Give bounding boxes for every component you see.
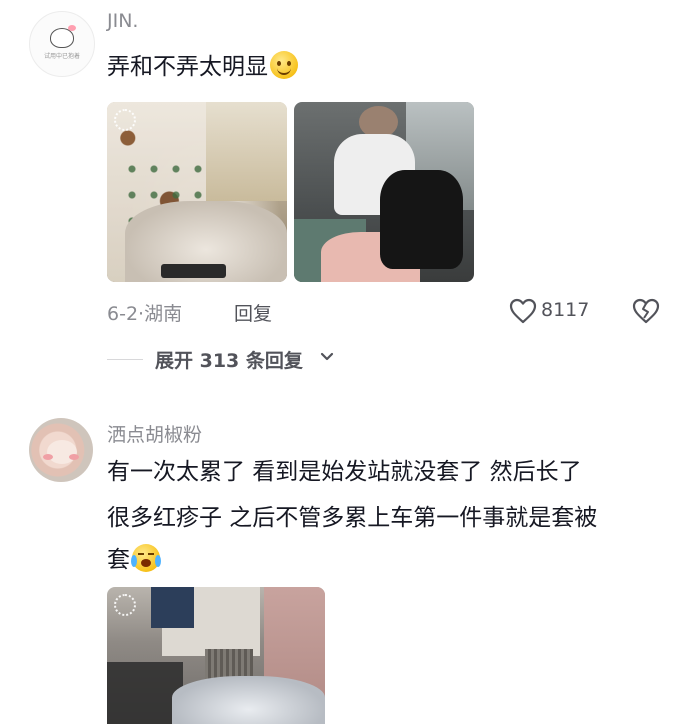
comment-location: 湖南 — [144, 303, 183, 325]
avatar[interactable]: 试用中已抱着 — [29, 11, 95, 77]
avatar-caption: 试用中已抱着 — [43, 53, 80, 60]
avatar-blush-decor — [43, 454, 53, 460]
divider-line — [107, 359, 143, 360]
comment-photo[interactable] — [107, 587, 325, 724]
username[interactable]: 洒点胡椒粉 — [107, 420, 202, 447]
person-head-decor — [358, 105, 399, 138]
like-count: 8117 — [541, 299, 590, 321]
expand-replies-button[interactable]: 展开 313 条回复 — [155, 346, 303, 373]
blanket-decor — [172, 676, 325, 724]
crying-emoji-icon — [131, 544, 161, 572]
chevron-down-icon[interactable] — [320, 352, 334, 362]
comment-text-content: 弄和不弄太明显 — [107, 54, 268, 80]
broken-heart-icon[interactable] — [632, 298, 660, 324]
comment-photo[interactable] — [107, 102, 287, 282]
window-decor — [150, 587, 195, 629]
wall-decor — [206, 102, 287, 201]
tablet-decor — [161, 264, 226, 278]
comment-text-line: 很多红疹子 之后不管多累上车第一件事就是套被 — [107, 505, 598, 531]
heart-outline-icon[interactable] — [509, 298, 537, 324]
live-photo-icon — [114, 594, 136, 616]
comment-text-line-last: 套 — [107, 537, 161, 583]
username[interactable]: JIN. — [107, 10, 138, 32]
hello-kitty-icon — [50, 25, 76, 48]
comment-date: 6-2 — [107, 303, 139, 325]
comment-meta: 6-2·湖南 — [107, 303, 183, 325]
comment-photo[interactable] — [294, 102, 474, 282]
live-photo-icon — [114, 109, 136, 131]
comment-text: 弄和不弄太明显 — [107, 44, 298, 90]
comment-text-content: 套 — [107, 547, 130, 573]
smile-emoji-icon — [270, 51, 298, 79]
expand-replies-label: 展开 313 条回复 — [155, 350, 303, 372]
backpack-decor — [380, 170, 464, 270]
comment-text-line: 有一次太累了 看到是始发站就没套了 然后长了 — [107, 459, 582, 485]
avatar[interactable] — [29, 418, 93, 482]
avatar-face-decor — [47, 440, 77, 464]
reply-button[interactable]: 回复 — [234, 299, 272, 326]
